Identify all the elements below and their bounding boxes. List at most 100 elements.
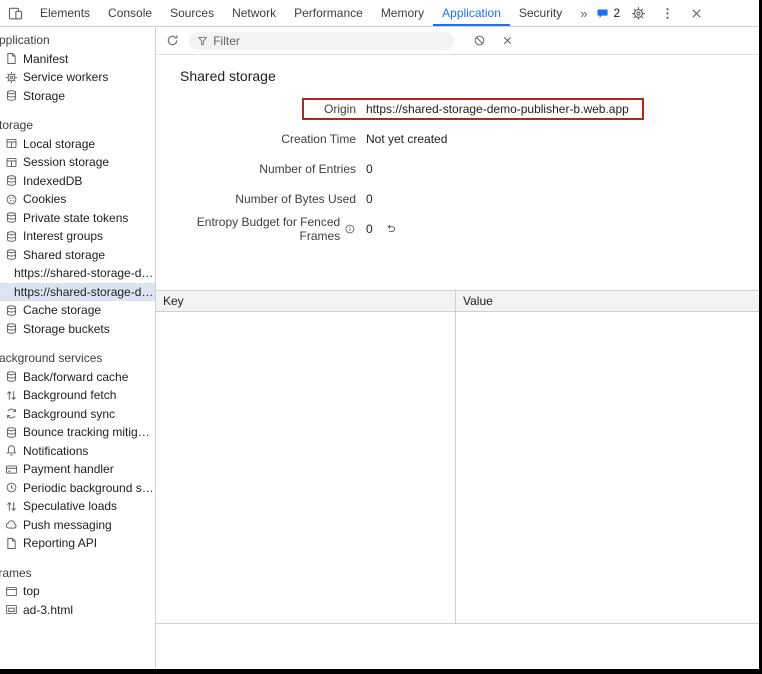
- sidebar-item-shared-storage[interactable]: Shared storage: [0, 246, 155, 265]
- sidebar-item-label: Interest groups: [23, 229, 103, 243]
- sidebar-item-frame-top[interactable]: top: [0, 582, 155, 601]
- sidebar-item-label: Manifest: [23, 52, 68, 66]
- sidebar-item-label: ad-3.html: [23, 603, 73, 617]
- sidebar-item-indexeddb[interactable]: IndexedDB: [0, 172, 155, 191]
- table-icon: [5, 156, 18, 169]
- page-title: Shared storage: [180, 68, 759, 84]
- cloud-icon: [5, 518, 18, 531]
- column-header-value[interactable]: Value: [456, 291, 759, 311]
- close-devtools-button[interactable]: [685, 2, 707, 24]
- sidebar-item-background-sync[interactable]: Background sync: [0, 405, 155, 424]
- undo-icon: [385, 223, 397, 235]
- field-row-number-of-entries: Number of Entries 0: [156, 154, 759, 184]
- sidebar-item-storage-buckets[interactable]: Storage buckets: [0, 320, 155, 339]
- settings-button[interactable]: [627, 2, 649, 24]
- tab-network[interactable]: Network: [223, 0, 285, 26]
- field-value-number-of-entries: 0: [366, 162, 373, 176]
- sidebar-item-storage[interactable]: Storage: [0, 87, 155, 106]
- field-value-origin: https://shared-storage-demo-publisher-b.…: [366, 102, 629, 116]
- table-icon: [5, 137, 18, 150]
- tab-memory[interactable]: Memory: [372, 0, 433, 26]
- table-body-empty: [156, 312, 759, 624]
- refresh-button[interactable]: [161, 30, 183, 52]
- database-icon: [5, 426, 18, 439]
- clear-button[interactable]: [496, 30, 518, 52]
- section-title: Application: [0, 31, 155, 50]
- database-icon: [5, 370, 18, 383]
- tab-application[interactable]: Application: [433, 0, 510, 26]
- tab-performance[interactable]: Performance: [285, 0, 372, 26]
- panel-tabs: Elements Console Sources Network Perform…: [31, 0, 596, 26]
- sidebar-item-label: Push messaging: [23, 518, 112, 532]
- sidebar-item-label: Speculative loads: [23, 499, 117, 513]
- sidebar-item-shared-storage-origin-2[interactable]: https://shared-storage-d…: [0, 283, 155, 302]
- sidebar-item-label: top: [23, 584, 40, 598]
- shared-storage-items-table: Key Value: [156, 290, 759, 624]
- database-icon: [5, 89, 18, 102]
- up-down-arrows-icon: [5, 500, 18, 513]
- sidebar-item-payment-handler[interactable]: Payment handler: [0, 460, 155, 479]
- column-header-key[interactable]: Key: [156, 291, 456, 311]
- tab-security[interactable]: Security: [510, 0, 571, 26]
- clock-icon: [5, 481, 18, 494]
- sidebar-item-label: Session storage: [23, 155, 109, 169]
- sidebar-item-speculative-loads[interactable]: Speculative loads: [0, 497, 155, 516]
- sidebar-item-shared-storage-origin-1[interactable]: https://shared-storage-d…: [0, 264, 155, 283]
- tab-console[interactable]: Console: [99, 0, 161, 26]
- delete-all-button[interactable]: [468, 30, 490, 52]
- reset-budget-button[interactable]: [382, 220, 400, 238]
- credit-card-icon: [5, 463, 18, 476]
- more-options-button[interactable]: [656, 2, 678, 24]
- sidebar-item-notifications[interactable]: Notifications: [0, 442, 155, 461]
- sidebar-section-background-services: Background services Back/forward cache B…: [0, 349, 155, 553]
- frame-icon: [5, 585, 18, 598]
- field-label-number-of-entries: Number of Entries: [156, 162, 356, 176]
- sidebar-item-session-storage[interactable]: Session storage: [0, 153, 155, 172]
- sidebar-item-label: IndexedDB: [23, 174, 82, 188]
- three-dot-menu-icon: [660, 6, 675, 21]
- info-icon[interactable]: [344, 223, 356, 235]
- database-icon: [5, 174, 18, 187]
- issues-counter-button[interactable]: 2: [596, 6, 620, 20]
- field-label-number-of-bytes-used: Number of Bytes Used: [156, 192, 356, 206]
- sidebar-item-manifest[interactable]: Manifest: [0, 50, 155, 69]
- tab-elements[interactable]: Elements: [31, 0, 99, 26]
- sync-icon: [5, 407, 18, 420]
- sidebar-item-label: https://shared-storage-d…: [14, 285, 153, 299]
- sidebar-item-label: Private state tokens: [23, 211, 128, 225]
- sidebar-item-reporting-api[interactable]: Reporting API: [0, 534, 155, 553]
- sidebar-item-private-state-tokens[interactable]: Private state tokens: [0, 209, 155, 228]
- application-sidebar: Application Manifest Service workers Sto…: [0, 27, 156, 669]
- filter-input[interactable]: [213, 34, 446, 48]
- sidebar-item-label: Cache storage: [23, 303, 101, 317]
- sidebar-item-service-workers[interactable]: Service workers: [0, 68, 155, 87]
- sidebar-item-periodic-background-sync[interactable]: Periodic background s…: [0, 479, 155, 498]
- field-row-entropy-budget: Entropy Budget for Fenced Frames 0: [156, 214, 759, 244]
- table-value-column: [456, 312, 759, 623]
- sidebar-item-push-messaging[interactable]: Push messaging: [0, 516, 155, 535]
- gear-icon: [631, 6, 646, 21]
- tabbar-right-controls: 2: [596, 2, 707, 24]
- more-tabs-button[interactable]: »: [571, 0, 596, 26]
- sidebar-item-frame-ad-3[interactable]: ad-3.html: [0, 601, 155, 620]
- sidebar-item-label: Storage: [23, 89, 65, 103]
- sidebar-item-back-forward-cache[interactable]: Back/forward cache: [0, 368, 155, 387]
- sidebar-item-background-fetch[interactable]: Background fetch: [0, 386, 155, 405]
- sidebar-item-cache-storage[interactable]: Cache storage: [0, 301, 155, 320]
- close-icon: [689, 6, 704, 21]
- sidebar-item-label: Bounce tracking mitiga…: [23, 425, 155, 439]
- sidebar-section-frames: Frames top ad-3.html: [0, 564, 155, 620]
- tab-sources[interactable]: Sources: [161, 0, 223, 26]
- sidebar-item-cookies[interactable]: Cookies: [0, 190, 155, 209]
- sidebar-item-local-storage[interactable]: Local storage: [0, 135, 155, 154]
- toggle-device-toolbar-button[interactable]: [8, 2, 23, 24]
- filter-box[interactable]: [189, 32, 454, 50]
- sidebar-item-label: Background sync: [23, 407, 115, 421]
- shared-storage-toolbar: [156, 27, 759, 55]
- sidebar-item-bounce-tracking-mitigations[interactable]: Bounce tracking mitiga…: [0, 423, 155, 442]
- sidebar-item-interest-groups[interactable]: Interest groups: [0, 227, 155, 246]
- field-row-origin: Origin https://shared-storage-demo-publi…: [156, 94, 759, 124]
- sidebar-section-application: Application Manifest Service workers Sto…: [0, 31, 155, 105]
- sidebar-item-label: Back/forward cache: [23, 370, 128, 384]
- field-label-creation-time: Creation Time: [156, 132, 356, 146]
